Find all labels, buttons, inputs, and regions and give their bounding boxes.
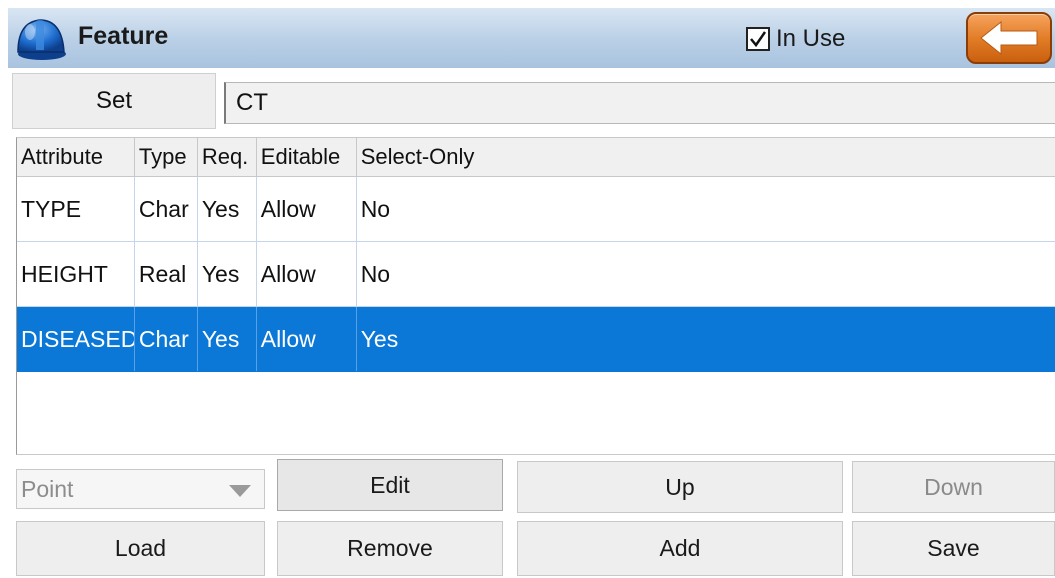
page-title: Feature	[78, 22, 169, 50]
save-button[interactable]: Save	[852, 521, 1055, 576]
chevron-down-icon	[229, 485, 251, 497]
cell-attribute: HEIGHT	[17, 242, 135, 306]
column-header-type[interactable]: Type	[135, 138, 198, 176]
up-button[interactable]: Up	[517, 461, 843, 513]
table-row-selected[interactable]: DISEASED Char Yes Allow Yes	[17, 307, 1055, 372]
cell-req: Yes	[198, 177, 257, 241]
column-header-select-only[interactable]: Select-Only	[357, 138, 1055, 176]
down-button[interactable]: Down	[852, 461, 1055, 513]
column-header-editable[interactable]: Editable	[257, 138, 357, 176]
back-arrow-icon	[980, 20, 1038, 56]
title-bar: Feature In Use	[8, 8, 1055, 68]
attribute-table: Attribute Type Req. Editable Select-Only…	[16, 137, 1055, 455]
in-use-label: In Use	[776, 25, 846, 52]
in-use-toggle[interactable]: In Use	[746, 24, 845, 54]
cell-type: Char	[135, 177, 198, 241]
cell-editable: Allow	[257, 177, 357, 241]
table-row[interactable]: TYPE Char Yes Allow No	[17, 177, 1055, 242]
cell-select-only: No	[360, 261, 391, 287]
cell-req: Yes	[198, 242, 257, 306]
table-row[interactable]: HEIGHT Real Yes Allow No	[17, 242, 1055, 307]
in-use-checkbox[interactable]	[746, 27, 770, 51]
cell-type: Char	[135, 307, 198, 371]
cell-req: Yes	[198, 307, 257, 371]
cell-attribute: TYPE	[17, 177, 135, 241]
geometry-type-value: Point	[21, 476, 74, 502]
check-icon	[750, 31, 767, 48]
edit-button[interactable]: Edit	[277, 459, 503, 511]
load-button[interactable]: Load	[16, 521, 265, 576]
cell-editable: Allow	[257, 242, 357, 306]
column-header-attribute[interactable]: Attribute	[17, 138, 135, 176]
set-button[interactable]: Set	[12, 73, 216, 129]
hardhat-icon	[12, 14, 68, 62]
cell-editable: Allow	[257, 307, 357, 371]
cell-attribute: DISEASED	[17, 307, 135, 371]
cell-select-only: No	[360, 196, 391, 222]
back-button[interactable]	[966, 12, 1052, 64]
add-button[interactable]: Add	[517, 521, 843, 576]
cell-type: Real	[135, 242, 198, 306]
remove-button[interactable]: Remove	[277, 521, 503, 576]
geometry-type-select[interactable]: Point	[16, 469, 265, 509]
cell-select-only: Yes	[360, 326, 399, 352]
column-header-req[interactable]: Req.	[198, 138, 257, 176]
table-header: Attribute Type Req. Editable Select-Only	[17, 138, 1055, 177]
set-value-field[interactable]: CT	[224, 82, 1055, 124]
